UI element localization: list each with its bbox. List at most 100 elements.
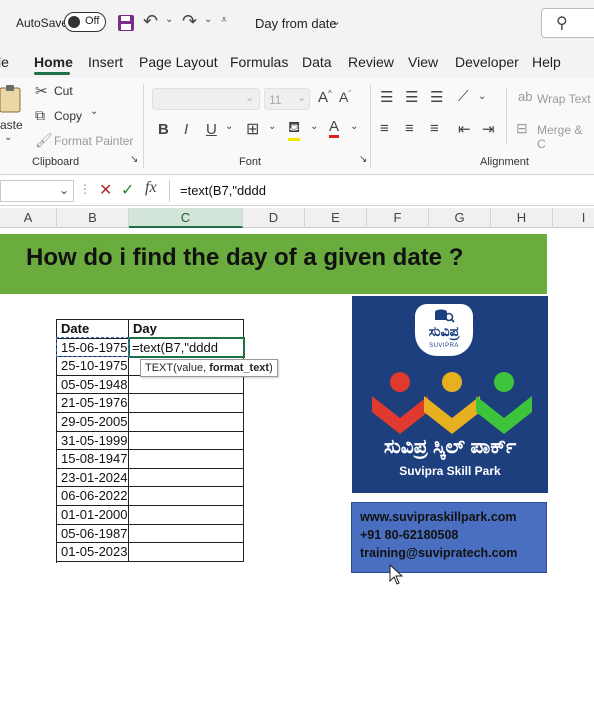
date-cell[interactable]: 25-10-1975: [57, 357, 129, 376]
name-box-dropdown-icon[interactable]: ⌄: [59, 183, 69, 197]
day-cell[interactable]: [129, 468, 244, 488]
borders-dropdown-icon[interactable]: ⌄: [268, 121, 276, 132]
align-middle-icon[interactable]: ☰: [405, 88, 418, 106]
search-box[interactable]: ⚲: [541, 8, 594, 38]
align-left-icon[interactable]: ≡: [380, 120, 389, 137]
undo-dropdown-icon[interactable]: ⌄: [165, 14, 173, 25]
align-right-icon[interactable]: ≡: [430, 120, 439, 137]
logo-panel[interactable]: ಸುವಿಪ್ರ SUVIPRA ಸುವಿಪ್ರ ಸ್ಕಿಲ್ ಪಾರ್ಕ್ Su…: [352, 296, 548, 493]
column-header-d[interactable]: D: [243, 208, 305, 228]
editing-cell[interactable]: =text(B7,"dddd: [128, 337, 245, 358]
font-color-icon[interactable]: A: [329, 118, 340, 138]
day-cell[interactable]: [129, 487, 244, 506]
date-cell[interactable]: 06-06-2022: [57, 487, 129, 506]
orientation-dropdown-icon[interactable]: ⌄: [478, 91, 486, 102]
increase-indent-icon[interactable]: ⇥: [482, 120, 495, 138]
date-cell[interactable]: 31-05-1999: [57, 431, 129, 451]
borders-icon[interactable]: ⊞: [246, 119, 259, 139]
contact-email[interactable]: training@suvipratech.com: [360, 546, 517, 560]
header-date[interactable]: Date: [57, 320, 129, 339]
autosave-toggle[interactable]: Off: [64, 12, 106, 32]
column-header-i[interactable]: I: [553, 208, 594, 228]
align-top-icon[interactable]: ☰: [380, 88, 393, 106]
tab-developer[interactable]: Developer: [455, 54, 519, 70]
merge-center-button[interactable]: Merge & C: [537, 123, 594, 151]
font-size-dropdown-icon[interactable]: ⌄: [297, 91, 306, 104]
day-cell[interactable]: [129, 394, 244, 413]
column-header-g[interactable]: G: [429, 208, 491, 228]
date-cell[interactable]: 01-01-2000: [57, 506, 129, 525]
copy-dropdown-icon[interactable]: ⌄: [90, 106, 98, 117]
tab-home[interactable]: Home: [34, 54, 73, 70]
tab-file[interactable]: le: [0, 54, 9, 70]
save-icon[interactable]: [117, 14, 135, 32]
enter-icon[interactable]: ✓: [121, 180, 134, 200]
tab-formulas[interactable]: Formulas: [230, 54, 288, 70]
underline-icon[interactable]: U: [206, 121, 217, 138]
font-size-box[interactable]: 11 ⌄: [264, 88, 310, 110]
day-cell[interactable]: [129, 431, 244, 451]
italic-icon[interactable]: I: [184, 121, 188, 138]
font-color-dropdown-icon[interactable]: ⌄: [350, 121, 358, 132]
day-cell[interactable]: [129, 413, 244, 432]
title-banner[interactable]: How do i find the day of a given date ?: [0, 234, 547, 294]
increase-font-icon[interactable]: A^: [318, 89, 332, 106]
day-cell[interactable]: [129, 543, 244, 562]
more-options-icon[interactable]: ⋮: [79, 182, 91, 196]
format-painter-button[interactable]: Format Painter: [54, 134, 133, 148]
redo-icon[interactable]: ↷: [182, 11, 197, 32]
redo-dropdown-icon[interactable]: ⌄: [204, 14, 212, 25]
insert-function-icon[interactable]: fx: [145, 179, 157, 197]
contact-panel[interactable]: www.suvipraskillpark.com +91 80-62180508…: [351, 502, 547, 573]
paste-icon[interactable]: [0, 84, 24, 114]
decrease-font-icon[interactable]: Aˇ: [339, 89, 351, 105]
cut-button[interactable]: Cut: [54, 84, 73, 98]
align-bottom-icon[interactable]: ☰: [430, 88, 443, 106]
contact-website[interactable]: www.suvipraskillpark.com: [360, 510, 517, 524]
paste-dropdown-icon[interactable]: ⌄: [4, 132, 12, 143]
column-header-a[interactable]: A: [0, 208, 57, 228]
cancel-icon[interactable]: ✕: [99, 180, 112, 200]
column-header-f[interactable]: F: [367, 208, 429, 228]
day-cell[interactable]: [129, 375, 244, 395]
fill-color-icon[interactable]: ⛾: [288, 119, 301, 141]
date-cell[interactable]: 21-05-1976: [57, 394, 129, 413]
font-name-box[interactable]: ⌄: [152, 88, 260, 110]
column-header-e[interactable]: E: [305, 208, 367, 228]
customize-toolbar-icon[interactable]: ⩡: [221, 14, 227, 27]
date-cell[interactable]: 05-06-1987: [57, 524, 129, 544]
date-cell[interactable]: 05-05-1948: [57, 375, 129, 395]
day-cell[interactable]: [129, 450, 244, 469]
copy-button[interactable]: Copy: [54, 109, 82, 123]
date-cell[interactable]: 23-01-2024: [57, 468, 129, 488]
formula-input[interactable]: =text(B7,"dddd: [180, 183, 266, 198]
document-title[interactable]: Day from date: [255, 16, 337, 31]
tab-view[interactable]: View: [408, 54, 438, 70]
date-cell[interactable]: 01-05-2023: [57, 543, 129, 562]
header-day[interactable]: Day: [129, 320, 244, 339]
tab-help[interactable]: Help: [532, 54, 561, 70]
tab-insert[interactable]: Insert: [88, 54, 123, 70]
title-dropdown-icon[interactable]: ⌄: [331, 14, 341, 28]
tab-data[interactable]: Data: [302, 54, 332, 70]
selected-cell-b7[interactable]: [56, 337, 129, 357]
paste-button[interactable]: aste: [0, 118, 23, 132]
date-cell[interactable]: 15-08-1947: [57, 450, 129, 469]
underline-dropdown-icon[interactable]: ⌄: [225, 121, 233, 132]
font-launcher-icon[interactable]: ↘: [359, 154, 367, 165]
bold-icon[interactable]: B: [158, 121, 169, 138]
name-box[interactable]: ⌄: [0, 180, 74, 202]
clipboard-launcher-icon[interactable]: ↘: [130, 154, 138, 165]
day-cell[interactable]: [129, 524, 244, 544]
fill-color-dropdown-icon[interactable]: ⌄: [310, 121, 318, 132]
column-header-h[interactable]: H: [491, 208, 553, 228]
tab-page-layout[interactable]: Page Layout: [139, 54, 218, 70]
undo-icon[interactable]: ↶: [143, 11, 158, 32]
orientation-icon[interactable]: ⟋: [458, 88, 469, 105]
font-name-dropdown-icon[interactable]: ⌄: [245, 91, 254, 104]
day-cell[interactable]: [129, 506, 244, 525]
wrap-text-button[interactable]: Wrap Text: [537, 92, 591, 106]
column-header-c[interactable]: C: [129, 208, 243, 228]
column-header-b[interactable]: B: [57, 208, 129, 228]
tab-review[interactable]: Review: [348, 54, 394, 70]
